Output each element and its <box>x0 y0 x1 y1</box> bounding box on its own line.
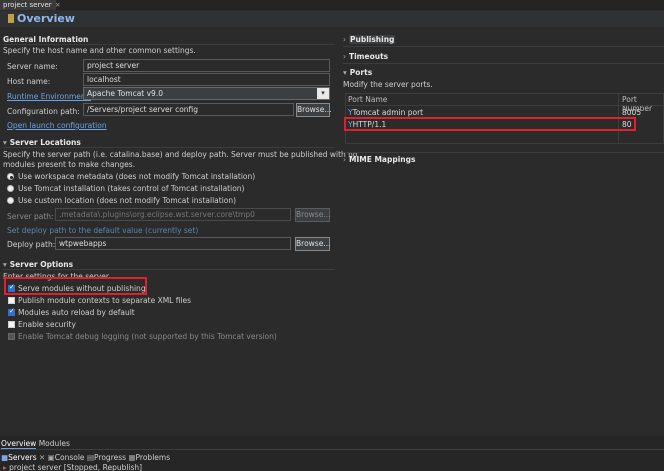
server-icon <box>8 14 14 23</box>
runtime-environment-select[interactable]: Apache Tomcat v9.0 ▾ <box>83 87 330 100</box>
radio-custom-location-label[interactable]: Use custom location (does not modify Tom… <box>18 196 236 205</box>
ports-description: Modify the server ports. <box>343 80 433 89</box>
port-name: HTTP/1.1 <box>352 120 387 129</box>
chevron-right-icon: › <box>343 155 346 164</box>
enable-security-label[interactable]: Enable security <box>18 320 76 329</box>
server-options-heading-text: Server Options <box>9 260 74 269</box>
page-title-text: Overview <box>17 12 75 25</box>
server-name-label: Server name: <box>7 62 58 71</box>
divider <box>3 147 335 148</box>
highlight-box <box>344 117 636 131</box>
config-path-field[interactable]: /Servers/project server config <box>83 103 294 116</box>
tab-modules[interactable]: Modules <box>39 439 70 448</box>
divider <box>345 105 664 106</box>
radio-tomcat-installation-label[interactable]: Use Tomcat installation (takes control o… <box>18 184 244 193</box>
host-name-field[interactable]: localhost <box>83 73 330 86</box>
open-launch-configuration-link[interactable]: Open launch configuration <box>7 121 107 130</box>
server-locations-heading-text: Server Locations <box>9 138 81 147</box>
tab-servers[interactable]: Servers <box>8 453 37 462</box>
page-title: Overview <box>0 11 664 27</box>
mime-heading-text: MIME Mappings <box>349 155 416 164</box>
chevron-right-icon: › <box>343 35 346 44</box>
publishing-section[interactable]: › Publishing <box>343 35 396 44</box>
divider <box>3 44 335 45</box>
locations-description-2: modules present to make changes. <box>3 160 136 169</box>
set-default-deploy-path-link[interactable]: Set deploy path to the default value (cu… <box>7 226 198 235</box>
host-name-label: Host name: <box>7 77 51 86</box>
runtime-value: Apache Tomcat v9.0 <box>87 89 163 98</box>
divider <box>3 269 335 270</box>
server-name-field[interactable]: project server <box>83 59 330 72</box>
radio-workspace-metadata[interactable] <box>7 173 14 180</box>
server-entry-label: project server [Stopped, Republish] <box>9 463 143 471</box>
bottom-editor-tabs: Overview Modules <box>1 439 70 449</box>
deploy-path-browse-button[interactable]: Browse... <box>295 237 330 251</box>
config-path-label: Configuration path: <box>7 107 80 116</box>
timeouts-section[interactable]: › Timeouts <box>343 52 388 61</box>
server-stopped-icon: ▸ <box>3 463 7 471</box>
deploy-path-label: Deploy path: <box>7 240 56 249</box>
ports-section[interactable]: ▾ Ports <box>343 68 372 77</box>
tab-problems[interactable]: Problems <box>136 453 171 462</box>
publish-contexts-label[interactable]: Publish module contexts to separate XML … <box>18 296 191 305</box>
problems-icon: ▦ <box>128 453 136 462</box>
ports-header-name[interactable]: Port Name <box>348 95 387 104</box>
radio-custom-location[interactable] <box>7 197 14 204</box>
server-locations-heading[interactable]: ▾ Server Locations <box>3 138 81 147</box>
tab-project-server[interactable]: project server × <box>0 0 61 10</box>
close-icon[interactable]: × <box>55 1 61 9</box>
port-name: Tomcat admin port <box>352 108 424 117</box>
console-icon: ▣ <box>47 453 55 462</box>
radio-workspace-metadata-label[interactable]: Use workspace metadata (does not modify … <box>18 172 255 181</box>
divider <box>343 63 664 64</box>
chevron-down-icon: ▾ <box>343 68 347 77</box>
general-info-heading[interactable]: General Information <box>3 35 88 44</box>
config-browse-button[interactable]: Browse... <box>296 103 331 117</box>
locations-description-1: Specify the server path (i.e. catalina.b… <box>3 150 358 159</box>
publishing-heading-text: Publishing <box>349 35 396 44</box>
divider <box>0 449 664 450</box>
views-tabbar: ■Servers ✕ ▣Console ▤Progress ▦Problems <box>1 453 171 462</box>
progress-icon: ▤ <box>86 453 95 462</box>
server-path-field[interactable]: .metadata\.plugins\org.eclipse.wst.serve… <box>55 208 291 221</box>
auto-reload-checkbox[interactable] <box>8 307 15 316</box>
server-options-heading[interactable]: ▾ Server Options <box>3 260 73 269</box>
timeouts-heading-text: Timeouts <box>349 52 389 61</box>
auto-reload-label[interactable]: Modules auto reload by default <box>18 308 135 317</box>
chevron-down-icon: ▾ <box>3 138 7 147</box>
serve-modules-label[interactable]: Serve modules without publishing <box>18 284 146 293</box>
mime-mappings-section[interactable]: › MIME Mappings <box>343 155 415 164</box>
tab-progress[interactable]: Progress <box>94 453 126 462</box>
debug-logging-checkbox[interactable] <box>8 333 15 340</box>
server-path-label: Server path: <box>7 212 54 221</box>
table-row[interactable]: YTomcat admin port <box>348 108 423 117</box>
server-path-browse-button[interactable]: Browse... <box>295 208 330 222</box>
port-number-field[interactable]: 80 <box>622 120 632 129</box>
general-description: Specify the host name and other common s… <box>3 46 196 55</box>
runtime-environment-link[interactable]: Runtime Environment: <box>7 92 91 101</box>
list-item[interactable]: ▸ project server [Stopped, Republish] <box>3 463 142 471</box>
publish-contexts-checkbox[interactable] <box>8 297 15 304</box>
divider <box>343 152 664 153</box>
table-row[interactable]: YHTTP/1.1 <box>348 120 386 129</box>
tab-label: project server <box>3 1 52 9</box>
divider <box>343 46 664 47</box>
deploy-path-field[interactable]: wtpwebapps <box>55 237 291 250</box>
enable-security-checkbox[interactable] <box>8 321 15 328</box>
chevron-down-icon[interactable]: ▾ <box>317 88 329 99</box>
tab-overview[interactable]: Overview <box>1 439 37 449</box>
editor-tab-bar <box>0 0 664 10</box>
tab-console[interactable]: Console <box>55 453 85 462</box>
port-number[interactable]: 8005 <box>622 108 641 117</box>
chevron-right-icon: › <box>343 52 346 61</box>
chevron-down-icon: ▾ <box>3 260 7 269</box>
serve-modules-checkbox[interactable] <box>8 283 15 292</box>
radio-tomcat-installation[interactable] <box>7 185 14 192</box>
ports-heading-text: Ports <box>349 68 373 77</box>
debug-logging-label: Enable Tomcat debug logging (not support… <box>18 332 277 341</box>
